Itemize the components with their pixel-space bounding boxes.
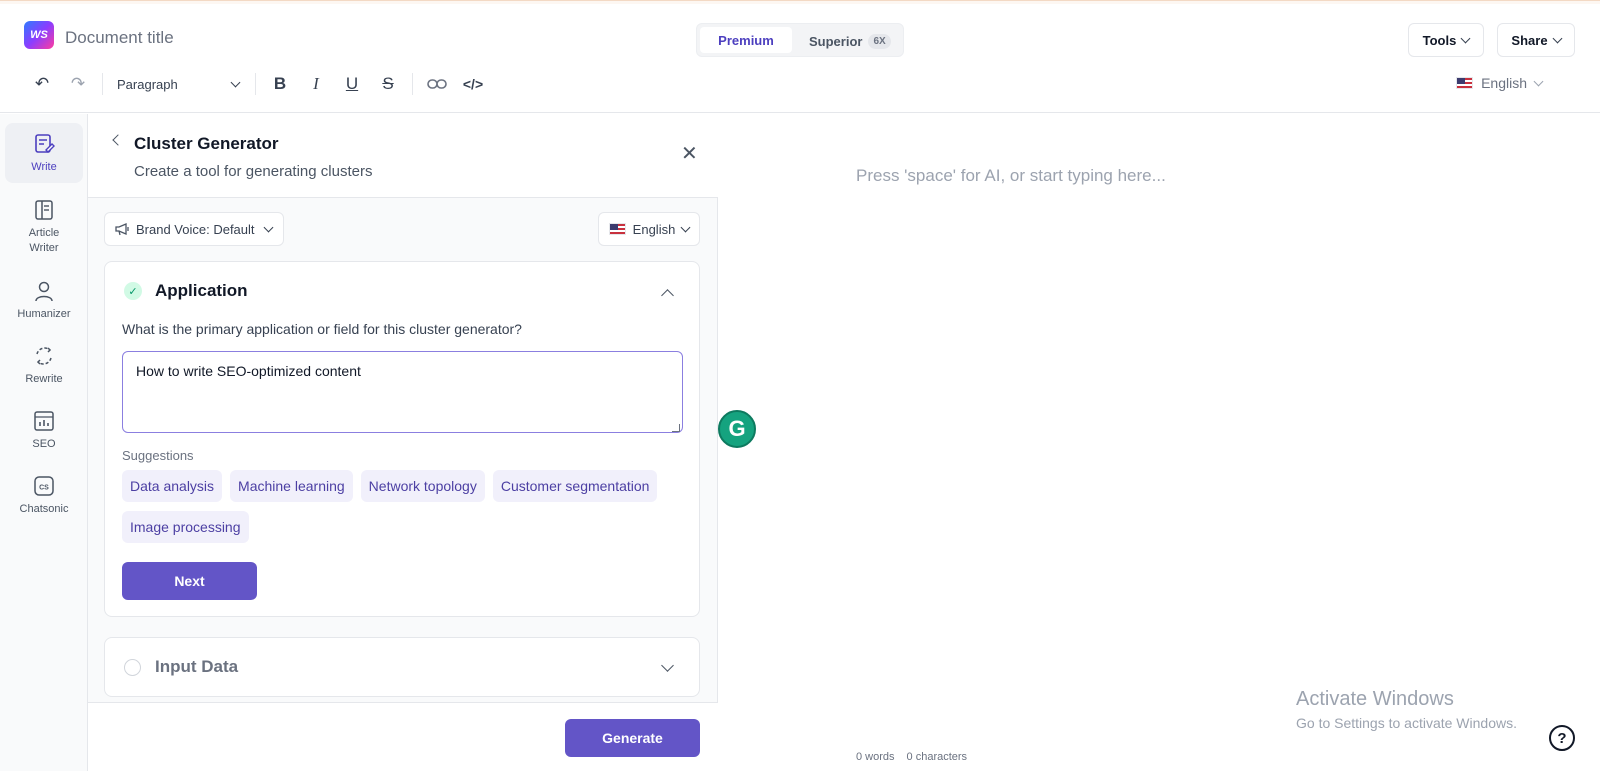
- us-flag-icon: [608, 223, 626, 235]
- chevron-down-icon: [680, 222, 691, 232]
- sidebar-item-label: Write: [31, 161, 57, 173]
- suggestion-chip[interactable]: Data analysis: [122, 470, 223, 502]
- sidebar-item-write[interactable]: Write: [5, 123, 83, 183]
- suggestions-label: Suggestions: [122, 448, 194, 463]
- seo-chart-icon: [32, 409, 56, 433]
- word-count-bar: 0 words 0 characters: [856, 751, 967, 763]
- plan-superior-label: Superior: [809, 33, 863, 49]
- paragraph-label: Paragraph: [117, 76, 178, 92]
- plan-toggle: Premium Superior 6X: [696, 23, 904, 57]
- next-button[interactable]: Next: [122, 562, 257, 600]
- resize-handle-icon[interactable]: [672, 424, 680, 432]
- toolbar-divider: [102, 73, 103, 95]
- brand-voice-label: Brand Voice: Default: [136, 221, 255, 237]
- editor-placeholder[interactable]: Press 'space' for AI, or start typing he…: [856, 166, 1166, 186]
- left-sidebar: Write Article Writer Humanizer Rewrite S…: [0, 114, 88, 771]
- character-count: 0 characters: [906, 751, 968, 763]
- underline-icon[interactable]: U: [334, 69, 370, 99]
- sidebar-item-humanizer[interactable]: Humanizer: [5, 279, 83, 322]
- share-button[interactable]: Share: [1497, 23, 1575, 57]
- chatsonic-icon: CS: [32, 474, 56, 498]
- undo-icon[interactable]: ↶: [24, 69, 60, 99]
- editor-toolbar: ↶ ↷ Paragraph B I U S </>: [24, 67, 491, 101]
- watermark-line-2: Go to Settings to activate Windows.: [1296, 715, 1517, 731]
- code-icon[interactable]: </>: [455, 69, 491, 99]
- panel-header: Cluster Generator Create a tool for gene…: [88, 114, 718, 198]
- sidebar-item-article-writer[interactable]: Article Writer: [5, 198, 83, 256]
- sidebar-item-label: Humanizer: [17, 308, 71, 320]
- chevron-down-icon: [230, 77, 241, 87]
- share-label: Share: [1511, 32, 1548, 48]
- input-data-card[interactable]: Input Data: [104, 637, 700, 697]
- superior-badge: 6X: [868, 33, 891, 49]
- bold-icon[interactable]: B: [262, 69, 298, 99]
- rewrite-icon: [32, 344, 56, 368]
- brand-voice-dropdown[interactable]: Brand Voice: Default: [104, 212, 284, 246]
- panel-title: Cluster Generator: [134, 134, 279, 153]
- suggestion-chip[interactable]: Machine learning: [230, 470, 353, 502]
- redo-icon[interactable]: ↷: [60, 69, 96, 99]
- input-data-title: Input Data: [155, 657, 239, 676]
- language-selector-top[interactable]: English: [1456, 75, 1544, 91]
- panel-language-dropdown[interactable]: English: [598, 212, 700, 246]
- sidebar-item-label: Chatsonic: [19, 503, 69, 515]
- link-icon[interactable]: [419, 69, 455, 99]
- paragraph-select[interactable]: Paragraph: [109, 69, 249, 99]
- panel-subtitle: Create a tool for generating clusters: [134, 163, 373, 180]
- application-input[interactable]: How to write SEO-optimized content: [122, 351, 683, 433]
- sidebar-item-chatsonic[interactable]: CS Chatsonic: [5, 474, 83, 517]
- help-icon[interactable]: ?: [1549, 725, 1575, 751]
- sidebar-item-rewrite[interactable]: Rewrite: [5, 344, 83, 387]
- application-question: What is the primary application or field…: [122, 321, 522, 337]
- write-icon: [32, 132, 56, 156]
- panel-language-label: English: [632, 221, 676, 237]
- watermark-line-1: Activate Windows: [1296, 688, 1454, 710]
- strikethrough-icon[interactable]: S: [370, 69, 406, 99]
- generate-button[interactable]: Generate: [565, 719, 700, 757]
- panel-footer: Generate: [88, 702, 718, 771]
- chevron-down-icon[interactable]: [661, 659, 674, 672]
- us-flag-icon: [1456, 77, 1474, 89]
- megaphone-icon: [115, 223, 129, 236]
- tools-button[interactable]: Tools: [1408, 23, 1484, 57]
- plan-superior-tab[interactable]: Superior 6X: [809, 28, 891, 54]
- application-title: Application: [155, 281, 248, 300]
- person-icon: [32, 279, 56, 303]
- italic-icon[interactable]: I: [298, 69, 334, 99]
- check-icon: ✓: [124, 282, 142, 300]
- chevron-down-icon: [1552, 33, 1563, 43]
- app-header: WS Document title Premium Superior 6X To…: [0, 5, 1600, 113]
- language-label: English: [1481, 75, 1527, 91]
- cluster-generator-panel: Cluster Generator Create a tool for gene…: [88, 114, 718, 771]
- article-icon: [32, 198, 56, 222]
- suggestion-chip[interactable]: Network topology: [360, 470, 485, 502]
- step-circle-icon: [124, 659, 141, 676]
- writesonic-logo: WS: [24, 21, 54, 49]
- plan-premium-tab[interactable]: Premium: [700, 27, 792, 53]
- chevron-down-icon: [263, 222, 273, 232]
- tools-label: Tools: [1422, 32, 1457, 48]
- sidebar-item-label: SEO: [32, 438, 56, 450]
- sidebar-item-label: Article Writer: [28, 227, 60, 254]
- toolbar-divider: [412, 73, 413, 95]
- suggestion-chip[interactable]: Image processing: [122, 511, 249, 543]
- grammarly-icon[interactable]: G: [718, 410, 756, 448]
- sidebar-item-label: Rewrite: [25, 373, 63, 385]
- application-card: ✓ Application What is the primary applic…: [104, 261, 700, 617]
- windows-activation-watermark: Activate Windows Go to Settings to activ…: [1296, 688, 1517, 731]
- back-arrow-icon[interactable]: [112, 134, 124, 146]
- suggestions-list: Data analysis Machine learning Network t…: [122, 470, 692, 543]
- word-count: 0 words: [856, 751, 895, 763]
- chevron-down-icon: [1460, 33, 1471, 43]
- document-title[interactable]: Document title: [65, 28, 174, 48]
- chevron-down-icon: [1533, 76, 1544, 86]
- sidebar-item-seo[interactable]: SEO: [5, 409, 83, 452]
- svg-text:CS: CS: [39, 485, 49, 492]
- toolbar-divider: [255, 73, 256, 95]
- top-accent-bar: [0, 0, 1600, 4]
- chevron-up-icon[interactable]: [661, 289, 674, 302]
- close-icon[interactable]: ✕: [681, 144, 698, 164]
- suggestion-chip[interactable]: Customer segmentation: [492, 470, 658, 502]
